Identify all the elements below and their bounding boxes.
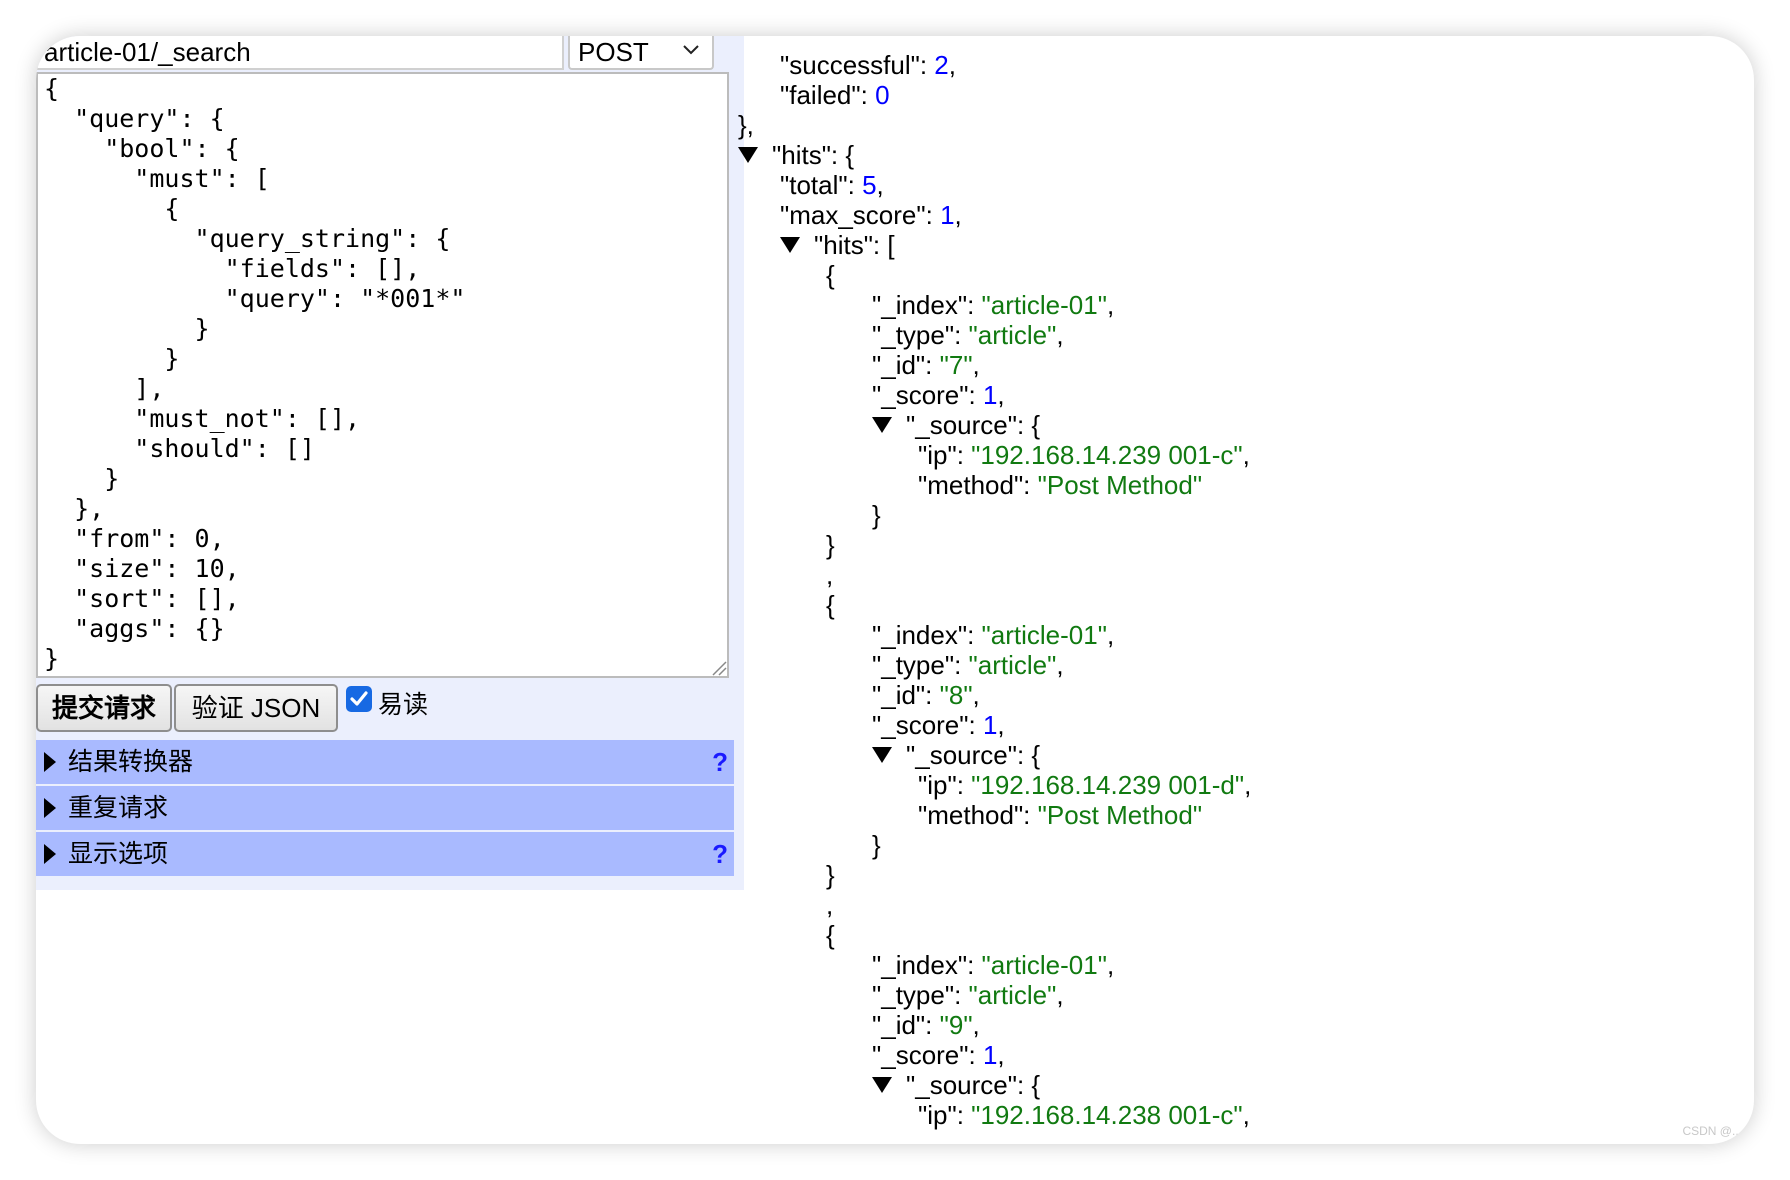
hits-max-score: 1: [940, 200, 955, 230]
hit-type: "article": [968, 980, 1057, 1010]
checkmark-icon: [350, 691, 368, 706]
shards-successful: 2: [934, 50, 949, 80]
method-select-value: POST: [578, 37, 649, 67]
hit-id: "8": [939, 680, 973, 710]
pretty-label: 易读: [378, 691, 429, 719]
collapse-triangle-icon[interactable]: [738, 147, 758, 163]
hit-ip: "192.168.14.239 001-c": [971, 440, 1243, 470]
collapse-triangle-icon[interactable]: [780, 237, 800, 253]
hit-ip: "192.168.14.238 001-c": [971, 1100, 1243, 1130]
section-repeat-request[interactable]: 重复请求: [36, 786, 734, 830]
hit-index: "article-01": [981, 620, 1107, 650]
json-line: "ip": "192.168.14.238 001-c",: [918, 1100, 1250, 1130]
hit-score: 1: [982, 380, 998, 410]
json-line[interactable]: "hits": [: [780, 230, 895, 260]
json-line: "_score": 1,: [872, 710, 1005, 740]
json-line: "_type": "article",: [872, 980, 1064, 1010]
json-line: {: [826, 590, 835, 620]
hit-score: 1: [982, 710, 998, 740]
expand-triangle-icon: [44, 752, 56, 772]
hit-id: "7": [939, 350, 973, 380]
json-line: ,: [826, 890, 834, 920]
hit-type: "article": [968, 650, 1057, 680]
expand-triangle-icon: [44, 798, 56, 818]
json-line: "_type": "article",: [872, 650, 1064, 680]
query-panel: POST 提交请求 验证 JSON 易读 结果转换器 ? 重复请求 显示选项 ?: [36, 36, 744, 890]
json-line: },: [738, 110, 754, 140]
results-panel: "successful": 2, "failed": 0 }, "hits": …: [696, 36, 1746, 1144]
hit-type: "article": [968, 320, 1057, 350]
json-line: {: [826, 260, 835, 290]
json-line: "_id": "9",: [872, 1010, 980, 1040]
shards-failed: 0: [875, 80, 890, 110]
json-line: "total": 5,: [780, 170, 884, 200]
collapse-triangle-icon[interactable]: [872, 747, 892, 763]
json-line: }: [872, 500, 881, 530]
json-line: "method": "Post Method": [918, 800, 1203, 830]
hit-method: "Post Method": [1037, 800, 1203, 830]
watermark: CSDN @...: [1682, 1124, 1742, 1138]
json-line: }: [826, 860, 835, 890]
section-label: 重复请求: [68, 794, 169, 822]
section-label: 结果转换器: [68, 748, 194, 776]
json-line[interactable]: "_source": {: [872, 1070, 1040, 1100]
json-line: "_id": "7",: [872, 350, 980, 380]
json-line: "ip": "192.168.14.239 001-c",: [918, 440, 1250, 470]
app-window: POST 提交请求 验证 JSON 易读 结果转换器 ? 重复请求 显示选项 ?…: [36, 36, 1754, 1144]
json-line: "max_score": 1,: [780, 200, 962, 230]
hit-method: "Post Method": [1037, 470, 1203, 500]
json-line: ,: [826, 560, 834, 590]
json-line: "failed": 0: [780, 80, 890, 110]
json-line: }: [826, 530, 835, 560]
hit-ip: "192.168.14.239 001-d": [971, 770, 1245, 800]
json-line: "_type": "article",: [872, 320, 1064, 350]
collapse-triangle-icon[interactable]: [872, 1077, 892, 1093]
hit-index: "article-01": [981, 950, 1107, 980]
json-line: "_id": "8",: [872, 680, 980, 710]
json-line: "ip": "192.168.14.239 001-d",: [918, 770, 1252, 800]
section-label: 显示选项: [68, 840, 169, 868]
method-select[interactable]: POST: [568, 36, 714, 70]
json-line: "_index": "article-01",: [872, 290, 1115, 320]
section-result-transformer[interactable]: 结果转换器 ?: [36, 740, 734, 784]
expand-triangle-icon: [44, 844, 56, 864]
hit-id: "9": [939, 1010, 973, 1040]
submit-request-button[interactable]: 提交请求: [36, 684, 172, 732]
json-line[interactable]: "_source": {: [872, 740, 1040, 770]
json-line[interactable]: "hits": {: [738, 140, 854, 170]
hit-index: "article-01": [981, 290, 1107, 320]
hits-total: 5: [862, 170, 877, 200]
json-line: "method": "Post Method": [918, 470, 1203, 500]
json-line: "_score": 1,: [872, 380, 1005, 410]
validate-json-button[interactable]: 验证 JSON: [174, 684, 338, 732]
json-line: "_index": "article-01",: [872, 950, 1115, 980]
pretty-checkbox[interactable]: [346, 686, 372, 712]
url-input[interactable]: [36, 36, 564, 70]
json-line[interactable]: "_source": {: [872, 410, 1040, 440]
hit-score: 1: [982, 1040, 998, 1070]
section-display-options[interactable]: 显示选项 ?: [36, 832, 734, 876]
query-body-editor[interactable]: [36, 72, 729, 678]
json-line: }: [872, 830, 881, 860]
json-line: "_score": 1,: [872, 1040, 1005, 1070]
json-line: "successful": 2,: [780, 50, 956, 80]
json-line: "_index": "article-01",: [872, 620, 1115, 650]
collapse-triangle-icon[interactable]: [872, 417, 892, 433]
json-line: {: [826, 920, 835, 950]
